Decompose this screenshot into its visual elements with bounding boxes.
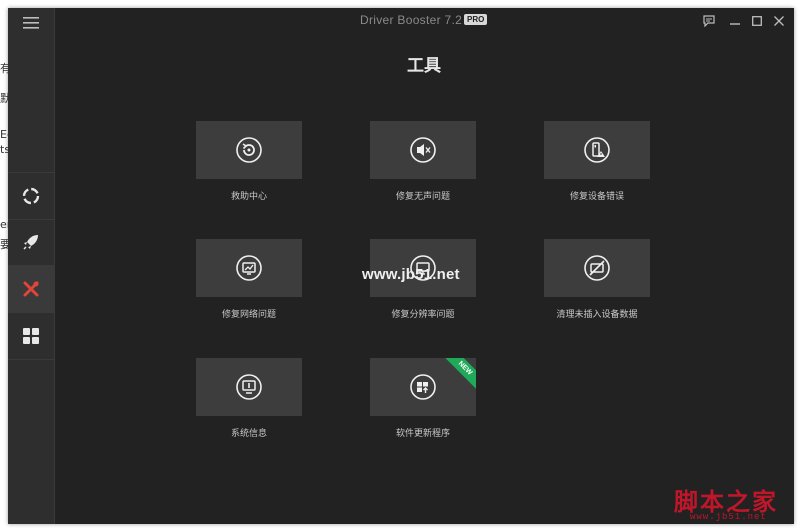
sidebar-item-scan[interactable] <box>8 172 54 220</box>
tool-label: 系统信息 <box>230 429 267 439</box>
feedback-icon <box>703 15 715 27</box>
tool-tile-system-info[interactable] <box>196 358 302 416</box>
tool-tile-rescue-center[interactable] <box>196 121 302 179</box>
site-url: www.jb51.net <box>690 512 767 522</box>
sidebar <box>8 8 55 524</box>
hamburger-menu-button[interactable] <box>8 8 54 38</box>
clean-device-data-icon <box>584 255 610 281</box>
app-title: Driver Booster 7.2 <box>360 13 463 27</box>
tool-tile-fix-device-error[interactable] <box>544 121 650 179</box>
software-updater-icon <box>410 374 436 400</box>
tool-tile-clean-device-data[interactable] <box>544 239 650 297</box>
hamburger-icon <box>23 17 39 29</box>
minimize-button[interactable] <box>726 12 744 30</box>
fix-no-sound-icon <box>410 137 436 163</box>
tool-label: 软件更新程序 <box>395 429 450 439</box>
tool-tile-fix-network[interactable] <box>196 239 302 297</box>
watermark-text: www.jb51.net <box>362 266 460 283</box>
minimize-icon <box>730 23 740 25</box>
title-bar: Driver Booster 7.2 PRO <box>54 8 794 34</box>
tool-tile-fix-no-sound[interactable] <box>370 121 476 179</box>
pro-badge: PRO <box>464 14 488 25</box>
tools-icon <box>23 281 39 297</box>
rocket-icon <box>23 235 38 250</box>
maximize-icon <box>752 16 762 26</box>
tool-label: 修复分辨率问题 <box>391 310 455 320</box>
tool-label: 清理未插入设备数据 <box>556 310 638 320</box>
page-title: 工具 <box>407 56 441 76</box>
system-info-icon <box>236 374 262 400</box>
sidebar-item-boost[interactable] <box>8 219 54 266</box>
close-icon <box>774 16 784 26</box>
tool-label: 修复无声问题 <box>395 192 450 202</box>
scan-ring-icon <box>22 187 40 205</box>
grid-icon <box>23 328 39 344</box>
tool-label: 修复网络问题 <box>221 310 276 320</box>
maximize-button[interactable] <box>748 12 766 30</box>
fix-network-icon <box>236 255 262 281</box>
new-badge: NEW <box>442 358 476 391</box>
feedback-button[interactable] <box>700 12 718 30</box>
rescue-center-icon <box>236 137 262 163</box>
driver-booster-window: Driver Booster 7.2 PRO 工具 救助中心 修复无声问题 修复… <box>8 8 794 524</box>
close-button[interactable] <box>770 12 788 30</box>
tool-label: 救助中心 <box>230 192 267 202</box>
tool-label: 修复设备错误 <box>569 192 624 202</box>
tool-tile-software-updater[interactable]: NEW <box>370 358 476 416</box>
sidebar-item-tools[interactable] <box>8 266 54 313</box>
fix-device-error-icon <box>584 137 610 163</box>
sidebar-item-action-center[interactable] <box>8 313 54 360</box>
